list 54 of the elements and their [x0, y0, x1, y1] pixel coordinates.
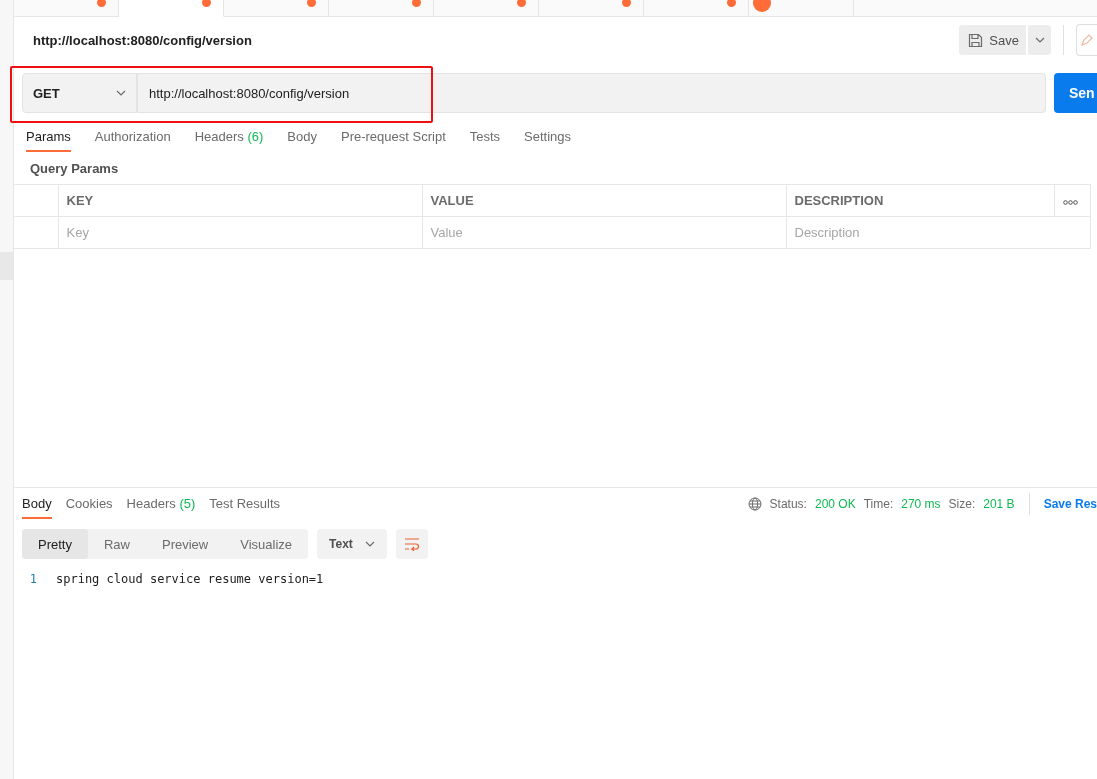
request-title: http://localhost:8080/config/version [33, 32, 253, 48]
request-tab[interactable]: Pre-request Script [341, 122, 446, 152]
response-tab[interactable]: Cookies [65, 489, 113, 519]
request-tab[interactable]: Headers (6) [194, 122, 264, 152]
request-tab[interactable]: Authorization [94, 122, 171, 152]
column-header: KEY [58, 184, 422, 217]
column-header: DESCRIPTION [786, 184, 1054, 217]
unsaved-dot-icon [307, 0, 316, 7]
save-icon [968, 32, 984, 48]
wrap-button[interactable] [396, 529, 429, 559]
caret-icon [1034, 37, 1045, 43]
time-value: 270 ms [901, 497, 941, 511]
url-field[interactable]: http://localhost:8080/config/version [137, 73, 1046, 113]
view-tab[interactable]: Raw [87, 529, 146, 559]
column-header: VALUE [422, 184, 786, 217]
unsaved-dot-icon [517, 0, 526, 7]
method-dropdown[interactable]: GET [22, 73, 137, 113]
response-tab[interactable]: Headers (5) [126, 489, 196, 519]
status-label: Status: [769, 497, 807, 511]
request-tab[interactable]: Tests [469, 122, 501, 152]
unsaved-dot-icon [622, 0, 631, 7]
time-label: Time: [863, 497, 894, 511]
size-label: Size: [948, 497, 976, 511]
unsaved-dot-icon [412, 0, 421, 7]
pencil-icon [1081, 34, 1093, 46]
request-tab[interactable]: Body [287, 122, 317, 152]
view-tab[interactable]: Pretty [22, 529, 88, 559]
wrap-lines-icon [404, 537, 421, 551]
view-tab[interactable]: Visualize [224, 529, 309, 559]
request-tab[interactable] [119, 0, 224, 17]
format-dropdown[interactable]: Text [317, 529, 388, 559]
globe-icon [747, 497, 762, 511]
request-tab[interactable]: Params [26, 122, 71, 152]
response-tab[interactable]: Test Results [209, 489, 281, 519]
unsaved-dot-icon [97, 0, 106, 7]
line-number: 1 [28, 572, 38, 586]
unsaved-dot-icon [727, 0, 736, 7]
more-button[interactable] [1054, 184, 1090, 217]
send-button[interactable]: Sen [1054, 73, 1097, 113]
request-tab[interactable]: Settings [524, 122, 572, 152]
edit-button[interactable] [1076, 24, 1097, 56]
response-tab[interactable]: Body [22, 489, 52, 519]
save-options-button[interactable] [1028, 25, 1051, 55]
caret-icon [365, 541, 376, 547]
size-value: 201 B [983, 497, 1015, 511]
section-title: Query Params [29, 160, 120, 178]
save-button[interactable]: Save [959, 25, 1026, 55]
code-line: spring cloud service resume version=1 [56, 572, 324, 586]
unsaved-dot-icon [202, 0, 211, 7]
status-value: 200 OK [814, 497, 856, 511]
more-icon [1062, 200, 1078, 205]
view-tab[interactable]: Preview [146, 529, 225, 559]
caret-icon [116, 90, 126, 96]
save-response-link[interactable]: Save Res [1043, 497, 1097, 511]
